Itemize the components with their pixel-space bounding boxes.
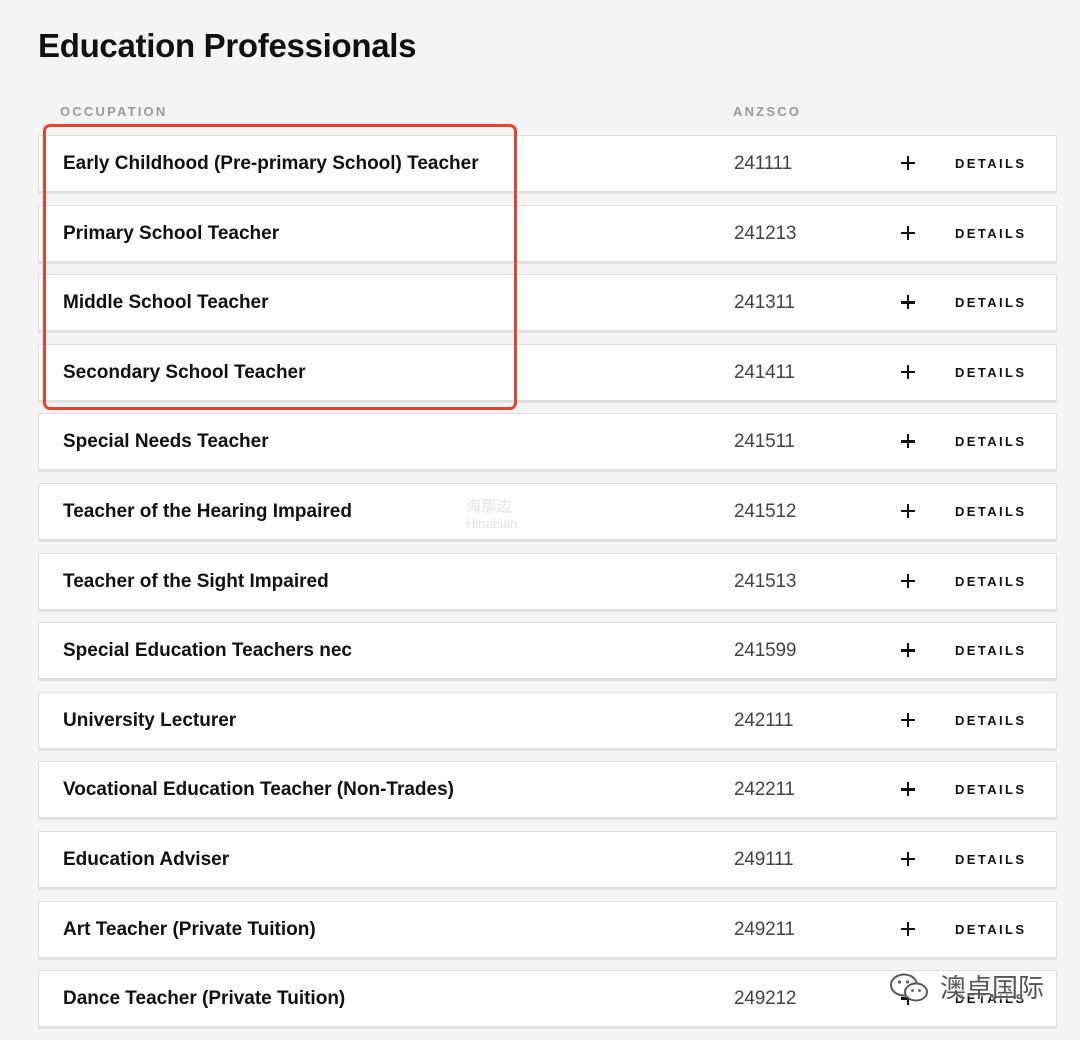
occupation-name: Vocational Education Teacher (Non-Trades… (63, 779, 454, 801)
anzsco-code: 242111 (734, 709, 794, 731)
occupation-name: Special Education Teachers nec (63, 640, 352, 662)
plus-icon[interactable] (901, 295, 915, 310)
occupation-row[interactable]: Middle School Teacher 241311 DETAILS (38, 274, 1057, 332)
occupation-row[interactable]: Special Needs Teacher 241511 DETAILS (38, 413, 1057, 471)
details-button[interactable]: DETAILS (955, 762, 1026, 817)
anzsco-code: 241511 (734, 431, 795, 453)
occupation-name: Primary School Teacher (63, 222, 280, 244)
details-button[interactable]: DETAILS (955, 484, 1026, 539)
details-button[interactable]: DETAILS (955, 554, 1026, 609)
occupation-name: Teacher of the Sight Impaired (63, 570, 329, 592)
anzsco-code: 241512 (734, 500, 797, 522)
details-button[interactable]: DETAILS (955, 136, 1026, 191)
details-button[interactable]: DETAILS (955, 414, 1026, 469)
occupation-row[interactable]: Art Teacher (Private Tuition) 249211 DET… (38, 900, 1057, 958)
plus-icon[interactable] (901, 851, 915, 866)
occupation-name: Early Childhood (Pre-primary School) Tea… (63, 153, 479, 174)
details-button[interactable]: DETAILS (955, 275, 1026, 330)
details-button[interactable]: DETAILS (955, 902, 1026, 957)
plus-icon[interactable] (901, 782, 915, 797)
anzsco-code: 241213 (734, 222, 797, 244)
occupation-name: University Lecturer (63, 709, 237, 731)
column-header-anzsco: ANZSCO (733, 104, 802, 119)
page-title: Education Professionals (38, 27, 417, 64)
details-button[interactable]: DETAILS (955, 206, 1026, 261)
occupation-row[interactable]: Vocational Education Teacher (Non-Trades… (38, 761, 1057, 819)
occupation-name: Middle School Teacher (63, 292, 269, 314)
occupation-row[interactable]: Secondary School Teacher 241411 DETAILS (38, 343, 1057, 401)
plus-icon[interactable] (901, 503, 915, 518)
details-button[interactable]: DETAILS (955, 971, 1026, 1026)
plus-icon[interactable] (901, 225, 915, 240)
plus-icon[interactable] (901, 573, 915, 588)
anzsco-code: 241513 (734, 570, 797, 592)
occupation-row[interactable]: Dance Teacher (Private Tuition) 249212 D… (38, 970, 1057, 1028)
plus-icon[interactable] (901, 921, 915, 936)
plus-icon[interactable] (901, 643, 915, 658)
anzsco-code: 241111 (734, 153, 792, 174)
anzsco-code: 241599 (734, 640, 797, 662)
details-button[interactable]: DETAILS (955, 345, 1026, 400)
plus-icon[interactable] (901, 434, 915, 449)
occupation-name: Art Teacher (Private Tuition) (63, 918, 316, 940)
occupation-name: Secondary School Teacher (63, 361, 306, 383)
anzsco-code: 242211 (734, 779, 795, 801)
occupation-name: Teacher of the Hearing Impaired (63, 500, 352, 522)
anzsco-code: 249212 (734, 988, 797, 1010)
occupation-name: Education Adviser (63, 848, 230, 870)
occupation-row[interactable]: Education Adviser 249111 DETAILS (38, 830, 1057, 888)
anzsco-code: 241311 (734, 292, 795, 314)
occupation-name: Special Needs Teacher (63, 431, 269, 453)
details-button[interactable]: DETAILS (955, 693, 1026, 748)
occupation-row[interactable]: Primary School Teacher 241213 DETAILS (38, 204, 1057, 262)
plus-icon[interactable] (901, 991, 915, 1006)
occupation-row[interactable]: Early Childhood (Pre-primary School) Tea… (38, 135, 1057, 192)
plus-icon[interactable] (901, 364, 915, 379)
anzsco-code: 241411 (734, 361, 795, 383)
column-header-occupation: OCCUPATION (60, 104, 168, 119)
plus-icon[interactable] (901, 156, 915, 170)
plus-icon[interactable] (901, 712, 915, 727)
occupation-name: Dance Teacher (Private Tuition) (63, 988, 346, 1010)
details-button[interactable]: DETAILS (955, 623, 1026, 678)
occupation-row[interactable]: Teacher of the Hearing Impaired 241512 D… (38, 482, 1057, 540)
occupation-row[interactable]: University Lecturer 242111 DETAILS (38, 691, 1057, 749)
anzsco-code: 249111 (734, 848, 794, 870)
occupation-row[interactable]: Special Education Teachers nec 241599 DE… (38, 622, 1057, 680)
occupation-list: Early Childhood (Pre-primary School) Tea… (38, 135, 1057, 1040)
anzsco-code: 249211 (734, 918, 795, 940)
details-button[interactable]: DETAILS (955, 832, 1026, 887)
occupation-row[interactable]: Teacher of the Sight Impaired 241513 DET… (38, 552, 1057, 610)
